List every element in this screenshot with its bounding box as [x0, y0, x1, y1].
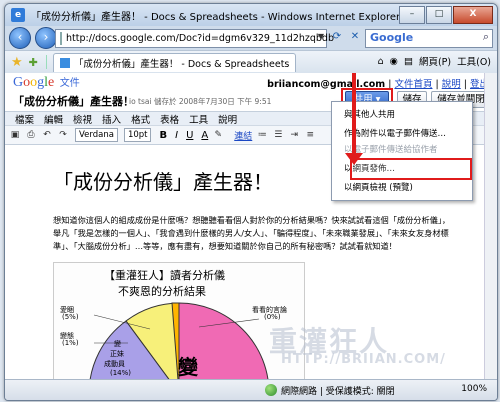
security-zone: 網際網路 | 受保護模式: 關閉 — [281, 387, 395, 397]
maximize-button[interactable]: □ — [426, 6, 452, 24]
publish-highlight-box — [350, 158, 472, 180]
browser-window: e 「成份分析儀」產生器！ - Docs & Spreadsheets - Wi… — [4, 3, 498, 401]
page-menu[interactable]: 網頁(P) — [419, 54, 451, 68]
pie-label-2: (5%) — [62, 313, 79, 321]
gdocs-header: Google 文件 briiancom@gmail.com | 文件首頁 | 說… — [5, 73, 497, 93]
redo-icon[interactable]: ↷ — [57, 129, 69, 141]
bold-button[interactable]: B — [159, 130, 167, 141]
minimize-button[interactable]: – — [399, 6, 425, 24]
font-size-select[interactable]: 10pt — [123, 128, 152, 142]
status-bar: 網際網路 | 受保護模式: 關閉 100% — [5, 379, 497, 400]
address-bar[interactable]: http://docs.google.com/Doc?id=dgm6v329_1… — [55, 29, 334, 48]
search-icon[interactable]: ⌕ — [483, 30, 489, 44]
title-bar: e 「成份分析儀」產生器！ - Docs & Spreadsheets - Wi… — [5, 4, 497, 26]
google-docs-logo[interactable]: Google 文件 — [13, 74, 80, 91]
print-doc-icon[interactable]: ⎙ — [25, 129, 37, 141]
vertical-scrollbar[interactable] — [484, 73, 497, 379]
watermark-url: HTTP://BRIIAN.COM/ — [281, 352, 446, 367]
pie-label-5: 變 — [114, 340, 121, 348]
feeds-icon[interactable]: ◉ — [390, 56, 398, 67]
favorites-star-icon[interactable]: ★ — [11, 55, 23, 70]
tab-separator — [45, 55, 47, 69]
add-favorite-icon[interactable]: ✚ — [29, 56, 38, 69]
address-url[interactable]: http://docs.google.com/Doc?id=dgm6v329_1… — [66, 33, 334, 44]
window-controls: – □ X — [398, 6, 493, 24]
numbered-list-icon[interactable]: ≔ — [256, 129, 268, 141]
pie-label-big: 變 — [178, 355, 198, 379]
menu-item-preview-web[interactable]: 以網頁檢視 (預覽) — [344, 181, 413, 193]
tab-current[interactable]: 「成份分析儀」產生器！ - Docs & Spreadsheets — [52, 52, 297, 72]
zoom-level[interactable]: 100% — [461, 384, 487, 394]
stop-icon[interactable]: ✕ — [347, 31, 363, 45]
page-icon — [60, 32, 62, 45]
highlight-icon[interactable]: ✎ — [212, 129, 224, 141]
pie-label-8: (14%) — [110, 369, 132, 377]
save-doc-icon[interactable]: ▣ — [9, 129, 21, 141]
favorites-bar: ★ ✚ 「成份分析儀」產生器！ - Docs & Spreadsheets ⌂ … — [5, 50, 497, 74]
window-title: 「成份分析儀」產生器！ - Docs & Spreadsheets - Wind… — [31, 11, 401, 23]
menu-edit[interactable]: 編輯 — [44, 112, 63, 126]
search-box[interactable]: Google ⌕ — [365, 29, 493, 48]
undo-icon[interactable]: ↶ — [41, 129, 53, 141]
link-help[interactable]: 說明 — [442, 79, 461, 90]
italic-button[interactable]: I — [175, 130, 178, 141]
docs-tab-icon — [59, 57, 70, 68]
underline-button[interactable]: U — [186, 130, 193, 141]
annotation-arrow-head — [345, 153, 363, 165]
tools-menu[interactable]: 工具(O) — [457, 54, 491, 68]
menu-help[interactable]: 說明 — [218, 112, 237, 126]
menu-format[interactable]: 格式 — [131, 112, 150, 126]
ie-command-bar: ⌂ ◉ ▤ 網頁(P) 工具(O) — [372, 54, 491, 69]
forward-button[interactable]: › — [35, 27, 57, 49]
back-button[interactable]: ‹ — [9, 27, 31, 49]
search-provider-label: Google — [370, 31, 414, 44]
close-button[interactable]: X — [453, 6, 493, 24]
tab-label: 「成份分析儀」產生器！ - Docs & Spreadsheets — [73, 58, 290, 70]
ie-app-icon: e — [11, 8, 25, 22]
menu-view[interactable]: 檢視 — [73, 112, 92, 126]
menu-tools[interactable]: 工具 — [189, 112, 208, 126]
page-content: Google 文件 briiancom@gmail.com | 文件首頁 | 說… — [5, 73, 497, 379]
chevron-down-icon[interactable]: ▼ — [318, 32, 324, 41]
navigation-bar: ‹ › http://docs.google.com/Doc?id=dgm6v3… — [5, 26, 497, 50]
pie-chart-image: 【重灌狂人】讀者分析儀 不爽恩的分析結果 愛睏 (5%) 變態 (1%) 變 正… — [53, 262, 305, 379]
logo-subtitle: 文件 — [59, 78, 80, 89]
doc-title[interactable]: 「成份分析儀」產生器！ — [13, 93, 134, 109]
menu-file[interactable]: 檔案 — [15, 112, 34, 126]
pie-label-6: 正妹 — [110, 350, 124, 358]
pie-label-7: 成動員 — [104, 360, 125, 368]
align-icon[interactable]: ≡ — [304, 129, 316, 141]
link-button[interactable]: 連結 — [234, 129, 252, 142]
bullet-list-icon[interactable]: ☰ — [272, 129, 284, 141]
menu-insert[interactable]: 插入 — [102, 112, 121, 126]
nav-extra-buttons: ⟳ ✕ — [329, 31, 365, 45]
indent-icon[interactable]: ⇥ — [288, 129, 300, 141]
home-icon[interactable]: ⌂ — [378, 56, 384, 67]
saved-note: io tsai 儲存於 2008年7月30日 下午 9:51 — [129, 97, 272, 106]
print-icon[interactable]: ▤ — [404, 56, 413, 67]
link-docs-home[interactable]: 文件首頁 — [394, 79, 432, 90]
refresh-icon[interactable]: ⟳ — [329, 31, 345, 45]
pie-label-4: (1%) — [62, 339, 79, 347]
font-family-select[interactable]: Verdana — [75, 128, 118, 142]
menu-item-email-attachment[interactable]: 作為附件以電子郵件傳送… — [344, 127, 446, 139]
globe-icon — [265, 384, 277, 396]
document-heading: 「成份分析儀」產生器！ — [53, 170, 273, 194]
text-color-button[interactable]: A — [201, 130, 208, 141]
annotation-arrow-shaft — [352, 73, 356, 153]
menu-table[interactable]: 表格 — [160, 112, 179, 126]
document-paragraph: 想知道你這個人的組成成份是什麼嗎？想聽聽看看個人對於你的分析結果嗎？快來試試看這… — [53, 215, 451, 251]
